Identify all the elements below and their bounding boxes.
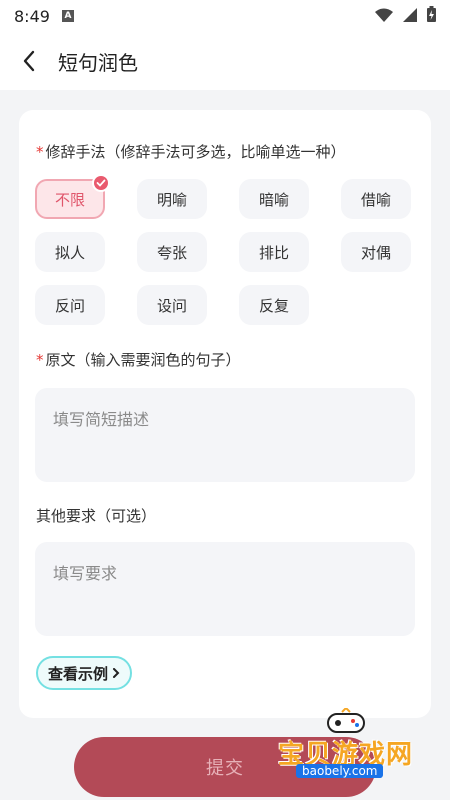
app-notification-icon: A [61,10,74,22]
status-time: 8:49 [14,6,50,26]
technique-label-text: 修辞手法（修辞手法可多选，比喻单选一种） [45,143,346,161]
technique-option-label: 拟人 [54,243,85,262]
technique-option-hyperbole[interactable]: 夸张 [137,232,207,272]
chevron-right-icon [113,668,120,678]
technique-option-metaphor[interactable]: 暗喻 [239,179,309,219]
technique-option-label: 夸张 [156,243,187,262]
original-label: * 原文（输入需要润色的句子） [36,349,241,370]
submit-label: 提交 [206,758,244,779]
technique-option-antithesis[interactable]: 对偶 [341,232,411,272]
other-placeholder: 填写要求 [53,564,118,583]
other-requirements-label: 其他要求（可选） [36,505,156,526]
original-text-input[interactable]: 填写简短描述 [35,388,415,482]
battery-icon [427,6,436,26]
view-example-button[interactable]: 查看示例 [36,656,132,690]
technique-option-label: 反问 [54,296,85,315]
watermark: 宝贝游戏网 baobely.com [274,708,424,788]
wifi-icon [375,7,393,26]
technique-option-label: 明喻 [156,190,187,209]
original-placeholder: 填写简短描述 [53,410,150,429]
page-title: 短句润色 [58,50,138,75]
technique-option-label: 暗喻 [258,190,289,209]
form-card: * 修辞手法（修辞手法可多选，比喻单选一种） 不限 明喻 暗喻 借喻 拟人 夸张 … [19,110,431,718]
other-requirements-input[interactable]: 填写要求 [35,542,415,636]
technique-option-personification[interactable]: 拟人 [35,232,105,272]
technique-option-simile[interactable]: 明喻 [137,179,207,219]
technique-option-unlimited[interactable]: 不限 [35,174,110,219]
back-arrow-icon [23,50,35,72]
technique-option-label: 设问 [156,296,187,315]
technique-option-label: 排比 [258,243,289,262]
status-icons [375,6,436,26]
technique-option-rhetorical-question[interactable]: 反问 [35,285,105,325]
technique-option-metonymy[interactable]: 借喻 [341,179,411,219]
technique-option-label: 借喻 [360,190,391,209]
technique-option-hypophora[interactable]: 设问 [137,285,207,325]
signal-icon [403,7,417,26]
technique-option-label: 不限 [54,190,85,209]
technique-label: * 修辞手法（修辞手法可多选，比喻单选一种） [36,141,346,162]
check-icon [92,174,110,192]
original-label-text: 原文（输入需要润色的句子） [45,351,241,369]
status-bar: 8:49 A [0,0,450,32]
technique-option-label: 对偶 [360,243,391,262]
header: 短句润色 [0,32,450,90]
technique-option-parallelism[interactable]: 排比 [239,232,309,272]
view-example-label: 查看示例 [47,664,108,683]
technique-option-repetition[interactable]: 反复 [239,285,309,325]
other-label-text: 其他要求（可选） [36,507,157,525]
required-mark: * [36,351,44,369]
watermark-url: baobely.com [296,764,384,778]
gamepad-icon [327,708,365,733]
technique-option-label: 反复 [258,296,289,315]
required-mark: * [36,143,44,161]
back-button[interactable] [4,32,54,90]
